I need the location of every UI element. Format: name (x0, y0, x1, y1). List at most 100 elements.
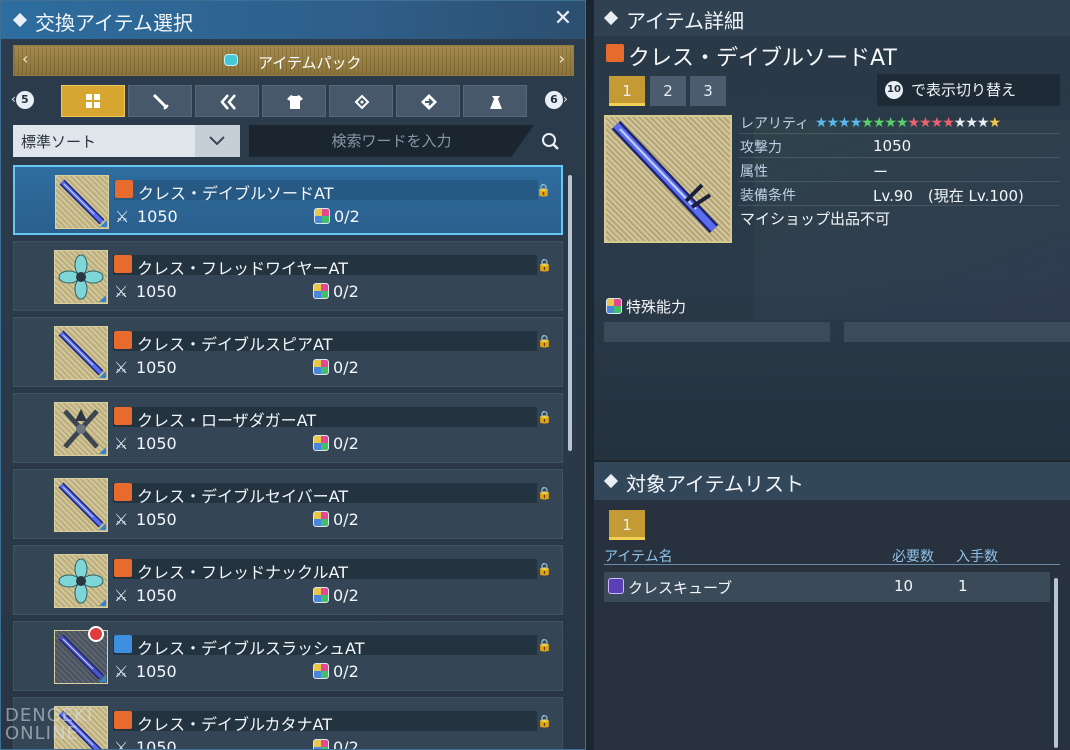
corner-marker (99, 295, 106, 302)
key-badge: 6 (545, 91, 563, 109)
item-name: クレス・フレッドナックルAT (137, 563, 348, 582)
tab-costume[interactable] (262, 85, 326, 117)
item-thumbnail (54, 250, 108, 304)
tab-unit[interactable] (195, 85, 259, 117)
sword-type-icon (606, 44, 624, 62)
slot-count: 0/2 (333, 282, 359, 301)
list-item[interactable]: クレス・デイブルセイバーAT ⚔ 1050 0/2 🔒 (13, 469, 563, 539)
column-required: 必要数 (892, 549, 934, 565)
corner-marker (99, 523, 106, 530)
weapon-type-icon (114, 635, 132, 653)
rarity-star: ★ (838, 115, 851, 131)
special-ability-slot (844, 322, 1070, 342)
search-button[interactable] (536, 129, 566, 155)
special-ability-slot (604, 322, 830, 342)
rarity-star: ★ (849, 115, 863, 131)
tab-accessory[interactable] (329, 85, 393, 117)
exchange-item-list: クレス・デイブルソードAT ⚔ 1050 0/2 🔒 クレス・フレッドワイヤーAT ⚔ 105… (13, 165, 565, 750)
pack-icon (224, 54, 238, 66)
detail-item-image (604, 115, 732, 243)
column-owned: 入手数 (956, 549, 998, 565)
item-name: クレス・デイブルセイバーAT (137, 487, 349, 506)
attack-value: 1050 (136, 510, 177, 529)
tab-next-button[interactable]: 6 › (545, 91, 569, 113)
detail-page-tab-1[interactable]: 1 (609, 76, 645, 106)
slot-count: 0/2 (333, 358, 359, 377)
slot-count: 0/2 (333, 662, 359, 681)
list-item[interactable]: クレス・デイブルスピアAT ⚔ 1050 0/2 🔒 (13, 317, 563, 387)
sort-dropdown[interactable]: 標準ソート (13, 125, 195, 157)
tab-motion[interactable] (396, 85, 460, 117)
target-page-tab-1[interactable]: 1 (609, 510, 645, 540)
restricted-icon (88, 626, 104, 642)
crossed-swords-icon: ⚔ (114, 434, 129, 453)
detail-page-tab-3[interactable]: 3 (690, 76, 726, 106)
list-item[interactable]: クレス・デイブルカタナAT ⚔ 1050 0/2 🔒 (13, 697, 563, 750)
divider (738, 133, 1060, 134)
requirement-label: 装備条件 (740, 188, 796, 204)
rarity-star: ★ (965, 115, 978, 131)
list-item[interactable]: クレス・デイブルソードAT ⚔ 1050 0/2 🔒 (13, 165, 563, 235)
item-thumbnail (54, 326, 108, 380)
lock-icon: 🔒 (537, 410, 552, 424)
tab-weapon[interactable] (128, 85, 192, 117)
attack-value: 1050 (136, 434, 177, 453)
list-item[interactable]: クレス・ローザダガーAT ⚔ 1050 0/2 🔒 (13, 393, 563, 463)
item-pack-selector[interactable]: ‹ アイテムパック › (13, 45, 574, 76)
list-item[interactable]: クレス・フレッドワイヤーAT ⚔ 1050 0/2 🔒 (13, 241, 563, 311)
ability-slot-icon (313, 511, 329, 527)
item-name: クレス・デイブルスピアAT (137, 335, 333, 354)
weapon-type-icon (114, 407, 132, 425)
panel-titlebar: 交換アイテム選択 ✕ (1, 1, 585, 39)
rarity-label: レアリティ (740, 116, 810, 132)
weapon-type-icon (114, 255, 132, 273)
table-row[interactable]: クレスキューブ 10 1 (604, 572, 1050, 602)
tab-consumable[interactable] (463, 85, 527, 117)
crossed-swords-icon: ⚔ (114, 738, 129, 750)
rarity-star: ★ (884, 115, 897, 131)
key-badge: 10 (885, 81, 903, 99)
list-item[interactable]: クレス・フレッドナックルAT ⚔ 1050 0/2 🔒 (13, 545, 563, 615)
detail-page-tab-2[interactable]: 2 (650, 76, 686, 106)
search-icon (542, 133, 559, 150)
slot-count: 0/2 (333, 434, 359, 453)
ability-slot-icon (314, 208, 330, 224)
item-name: クレス・デイブルスラッシュAT (137, 639, 365, 658)
ability-slot-icon (313, 435, 329, 451)
search-input[interactable]: 検索ワードを入力 (249, 125, 534, 157)
column-item-name: アイテム名 (604, 549, 673, 565)
attack-label: 攻撃力 (740, 140, 782, 156)
rarity-star: ★ (815, 115, 828, 131)
list-item[interactable]: クレス・デイブルスラッシュAT ⚔ 1050 0/2 🔒 (13, 621, 563, 691)
slot-count: 0/2 (333, 510, 359, 529)
tab-all[interactable] (61, 85, 125, 117)
item-thumbnail (54, 554, 108, 608)
rarity-star: ★ (895, 115, 909, 131)
target-titlebar: 対象アイテムリスト (594, 462, 1070, 500)
close-icon[interactable]: ✕ (549, 5, 577, 33)
weapon-type-icon (114, 711, 132, 729)
crossed-swords-icon: ⚔ (115, 207, 130, 226)
item-name: クレス・ローザダガーAT (137, 411, 317, 430)
target-item-panel: 対象アイテムリスト 1 アイテム名 必要数 入手数 クレスキューブ 10 1 (594, 462, 1070, 750)
sword-icon (152, 93, 169, 110)
target-scrollbar[interactable] (1054, 578, 1058, 748)
sort-dropdown-toggle[interactable] (195, 125, 240, 157)
tab-prev-button[interactable]: ‹ 5 (11, 91, 35, 113)
lock-icon: 🔒 (537, 638, 552, 652)
attack-value: 1050 (136, 662, 177, 681)
element-value: ー (873, 163, 889, 181)
weapon-type-icon (114, 559, 132, 577)
corner-marker (99, 371, 106, 378)
rarity-star: ★ (976, 115, 990, 131)
rarity-stars: ★★★★★★★★★★★★★★★★ (815, 115, 1001, 131)
attack-value: 1050 (873, 137, 912, 155)
target-required: 10 (894, 577, 914, 595)
crossed-swords-icon: ⚔ (114, 282, 129, 301)
chevron-right-icon[interactable]: › (559, 49, 565, 68)
toggle-label: で表示切り替え (911, 81, 1017, 99)
rarity-star: ★ (907, 115, 921, 131)
chevron-left-icon[interactable]: ‹ (22, 49, 28, 68)
display-toggle-hint[interactable]: 10 で表示切り替え (877, 74, 1060, 106)
list-scrollbar[interactable] (568, 175, 572, 451)
